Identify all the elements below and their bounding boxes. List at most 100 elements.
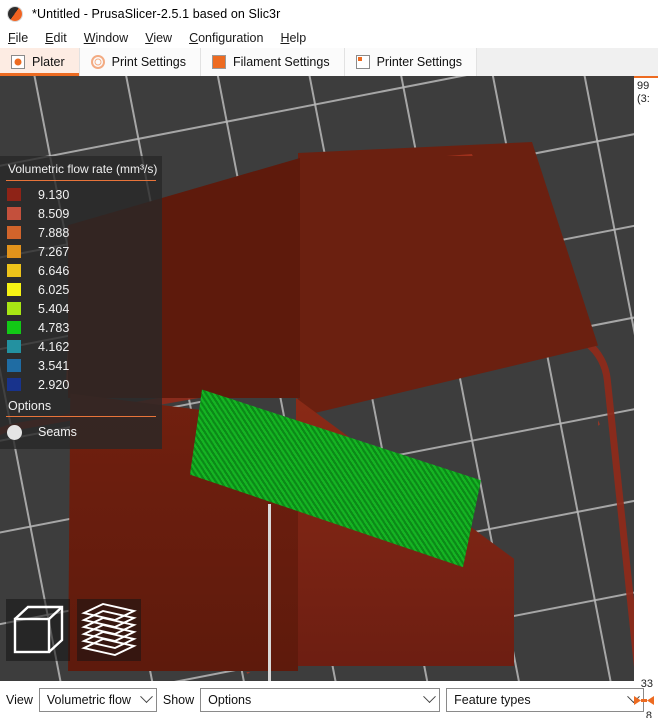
legend-value: 7.888 (38, 225, 70, 240)
legend-value: 6.025 (38, 282, 70, 297)
menu-rest: iew (153, 30, 173, 45)
legend-item[interactable]: 6.646 (0, 261, 162, 280)
legend-item[interactable]: 7.888 (0, 223, 162, 242)
editor-view-icon[interactable] (6, 599, 70, 661)
legend-swatch (7, 378, 21, 391)
legend-item[interactable]: 4.162 (0, 337, 162, 356)
tab-filament-settings[interactable]: Filament Settings (201, 48, 345, 76)
menu-item-configuration[interactable]: Configuration (189, 31, 263, 45)
chevron-down-icon (423, 690, 437, 704)
menu-bar: File Edit Window View Configuration Help (0, 27, 658, 48)
layer-slider-panel[interactable]: 99 (3: (634, 76, 658, 681)
tab-printer-settings[interactable]: Printer Settings (344, 48, 478, 76)
legend-item[interactable]: 7.267 (0, 242, 162, 261)
layer-slider-top-label: 99 (3: (637, 80, 650, 106)
legend-value: 5.404 (38, 301, 70, 316)
legend-value: 9.130 (38, 187, 70, 202)
show-options-value: Options (208, 692, 252, 707)
menu-item-file[interactable]: File (8, 31, 28, 45)
legend-item[interactable]: 6.025 (0, 280, 162, 299)
prusaslicer-logo-icon (7, 5, 23, 22)
legend-item[interactable]: 3.541 (0, 356, 162, 375)
3d-viewport[interactable]: Volumetric flow rate (mm³/s) 9.130 8.509… (0, 76, 634, 681)
printer-settings-icon (355, 55, 370, 69)
tab-print-settings[interactable]: Print Settings (79, 48, 201, 76)
view-label: View (6, 692, 33, 707)
plater-icon (11, 55, 25, 69)
menu-item-window[interactable]: Window (84, 31, 128, 45)
layer-slider-top-rule (634, 76, 658, 78)
legend-divider (6, 180, 156, 181)
tab-bar: Plater Print Settings Filament Settings … (0, 48, 658, 76)
legend-swatch (7, 188, 21, 201)
tab-label: Printer Settings (376, 55, 463, 69)
show-options-dropdown[interactable]: Options (200, 687, 441, 712)
menu-rest: indow (95, 30, 129, 45)
tab-plater[interactable]: Plater (0, 48, 80, 76)
legend-option-label: Seams (38, 425, 77, 439)
legend-swatch (7, 321, 21, 334)
tab-label: Filament Settings (233, 55, 330, 69)
menu-item-edit[interactable]: Edit (45, 31, 67, 45)
legend-title: Volumetric flow rate (mm³/s) (8, 162, 158, 176)
hslider-bottom-value: 8 (645, 710, 652, 718)
layer-slider-marker-icon[interactable] (634, 695, 654, 706)
hslider-top-value: 33 (640, 678, 653, 690)
filament-settings-icon (212, 55, 226, 69)
legend-value: 2.920 (38, 377, 70, 392)
model-back-right-face (298, 142, 598, 417)
menu-mnemonic: E (45, 30, 54, 45)
horizontal-slider-panel[interactable]: 33 8 (630, 678, 656, 718)
legend-value: 4.783 (38, 320, 70, 335)
menu-rest: elp (289, 30, 307, 45)
legend-value: 4.162 (38, 339, 70, 354)
menu-rest: dit (53, 30, 67, 45)
menu-mnemonic: W (83, 30, 96, 45)
menu-rest: ile (15, 30, 29, 45)
window-title: *Untitled - PrusaSlicer-2.5.1 based on S… (32, 6, 281, 21)
legend-swatch (7, 207, 21, 220)
menu-mnemonic: F (8, 30, 16, 45)
prusaslicer-window: *Untitled - PrusaSlicer-2.5.1 based on S… (0, 0, 658, 718)
view-mode-buttons (6, 599, 141, 661)
legend-swatch (7, 359, 21, 372)
layer-slider-top-value: 99 (637, 80, 650, 92)
legend-item[interactable]: 2.920 (0, 375, 162, 394)
menu-mnemonic: C (189, 30, 199, 45)
legend-value: 7.267 (38, 244, 70, 259)
legend-item[interactable]: 9.130 (0, 185, 162, 204)
seam-dot-icon (7, 424, 22, 440)
tab-label: Print Settings (111, 55, 186, 69)
title-bar: *Untitled - PrusaSlicer-2.5.1 based on S… (0, 0, 658, 27)
view-dropdown[interactable]: Volumetric flow (38, 687, 157, 712)
menu-rest: onfiguration (198, 30, 264, 45)
seam-line (268, 504, 271, 681)
menu-item-view[interactable]: View (145, 31, 172, 45)
legend-value: 6.646 (38, 263, 70, 278)
legend-item[interactable]: 4.783 (0, 318, 162, 337)
bottom-bar: View Volumetric flow Show Options Featur… (0, 678, 658, 718)
print-settings-icon (90, 55, 105, 69)
feature-types-dropdown[interactable]: Feature types (446, 687, 645, 712)
preview-view-icon[interactable] (77, 599, 141, 661)
legend-swatch (7, 226, 21, 239)
legend-swatch (7, 340, 21, 353)
legend-item[interactable]: 5.404 (0, 299, 162, 318)
legend-swatch (7, 264, 21, 277)
feature-types-value: Feature types (454, 692, 531, 707)
show-label: Show (162, 692, 195, 707)
legend-options-title: Options (8, 399, 52, 413)
legend-swatch (7, 283, 21, 296)
legend-value: 3.541 (38, 358, 70, 373)
legend-swatch (7, 302, 21, 315)
legend-options-divider (6, 416, 156, 417)
legend-option-seams[interactable]: Seams (0, 421, 162, 443)
menu-item-help[interactable]: Help (280, 31, 306, 45)
view-dropdown-value: Volumetric flow (46, 692, 131, 707)
legend-item[interactable]: 8.509 (0, 204, 162, 223)
legend-swatch (7, 245, 21, 258)
tab-label: Plater (32, 55, 65, 69)
legend-value: 8.509 (38, 206, 70, 221)
chevron-down-icon (140, 690, 153, 704)
layer-slider-top-subvalue: (3: (637, 93, 650, 105)
